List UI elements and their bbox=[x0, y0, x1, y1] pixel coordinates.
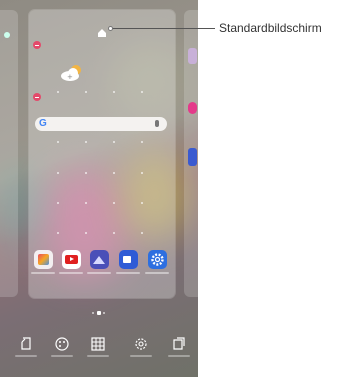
grid-dot bbox=[85, 172, 87, 174]
settings-icon[interactable] bbox=[133, 336, 149, 352]
weather-cloud-icon[interactable]: + bbox=[59, 62, 85, 84]
app-icon-partial bbox=[188, 148, 197, 166]
page-indicator-dot bbox=[103, 312, 105, 314]
wallpaper-icon[interactable] bbox=[18, 336, 34, 352]
mic-icon[interactable] bbox=[155, 120, 159, 127]
grid-dot bbox=[57, 202, 59, 204]
callout-line bbox=[111, 28, 215, 29]
app-icon-partial bbox=[188, 48, 197, 64]
svg-text:+: + bbox=[67, 73, 73, 81]
page-indicator-home bbox=[97, 311, 101, 315]
gallery-icon-glyph bbox=[38, 254, 49, 265]
grid-dot bbox=[85, 91, 87, 93]
right-home-page-preview[interactable] bbox=[184, 10, 198, 297]
gear-icon bbox=[151, 253, 164, 266]
app-label-placeholder bbox=[87, 272, 111, 274]
themes-icon[interactable] bbox=[54, 336, 70, 352]
search-bar-widget[interactable]: G bbox=[35, 117, 167, 131]
home-icon[interactable] bbox=[97, 28, 107, 38]
callout-label: Standardbildschirm bbox=[219, 21, 322, 35]
youtube-play-icon bbox=[70, 257, 74, 261]
menu-label-placeholder bbox=[15, 355, 37, 357]
grid-dot bbox=[85, 202, 87, 204]
page-dot bbox=[4, 32, 10, 38]
gallery-icon[interactable] bbox=[34, 250, 53, 269]
grid-dot bbox=[85, 232, 87, 234]
youtube-icon[interactable] bbox=[62, 250, 81, 269]
callout-dot bbox=[108, 26, 113, 31]
photos-icon[interactable] bbox=[90, 250, 109, 269]
apps-grid-icon[interactable] bbox=[90, 336, 106, 352]
grid-dot bbox=[113, 202, 115, 204]
grid-dot bbox=[113, 91, 115, 93]
grid-dot bbox=[57, 232, 59, 234]
widgets-icon[interactable] bbox=[171, 336, 187, 352]
remove-widget-icon[interactable] bbox=[33, 41, 41, 49]
menu-label-placeholder bbox=[87, 355, 109, 357]
grid-dot bbox=[57, 172, 59, 174]
video-icon[interactable] bbox=[119, 250, 138, 269]
camera-icon bbox=[123, 256, 131, 263]
grid-dot bbox=[113, 232, 115, 234]
app-label-placeholder bbox=[31, 272, 55, 274]
settings-icon[interactable] bbox=[148, 250, 167, 269]
app-label-placeholder bbox=[116, 272, 140, 274]
grid-dot bbox=[141, 91, 143, 93]
google-g-icon: G bbox=[39, 118, 47, 129]
menu-label-placeholder bbox=[168, 355, 190, 357]
menu-label-placeholder bbox=[51, 355, 73, 357]
remove-widget-icon[interactable] bbox=[33, 93, 41, 101]
page-indicator-dot bbox=[92, 312, 94, 314]
menu-label-placeholder bbox=[130, 355, 152, 357]
left-home-page-preview[interactable] bbox=[0, 10, 18, 297]
app-label-placeholder bbox=[59, 272, 83, 274]
grid-dot bbox=[113, 141, 115, 143]
app-icon-partial bbox=[188, 102, 197, 114]
page-indicator bbox=[92, 311, 106, 315]
grid-dot bbox=[141, 202, 143, 204]
grid-dot bbox=[141, 172, 143, 174]
grid-dot bbox=[57, 141, 59, 143]
grid-dot bbox=[57, 91, 59, 93]
grid-dot bbox=[141, 141, 143, 143]
app-label-placeholder bbox=[145, 272, 169, 274]
phone-screen: + G bbox=[0, 0, 198, 377]
grid-dot bbox=[113, 172, 115, 174]
grid-dot bbox=[141, 232, 143, 234]
mountain-icon bbox=[93, 256, 105, 264]
grid-dot bbox=[85, 141, 87, 143]
